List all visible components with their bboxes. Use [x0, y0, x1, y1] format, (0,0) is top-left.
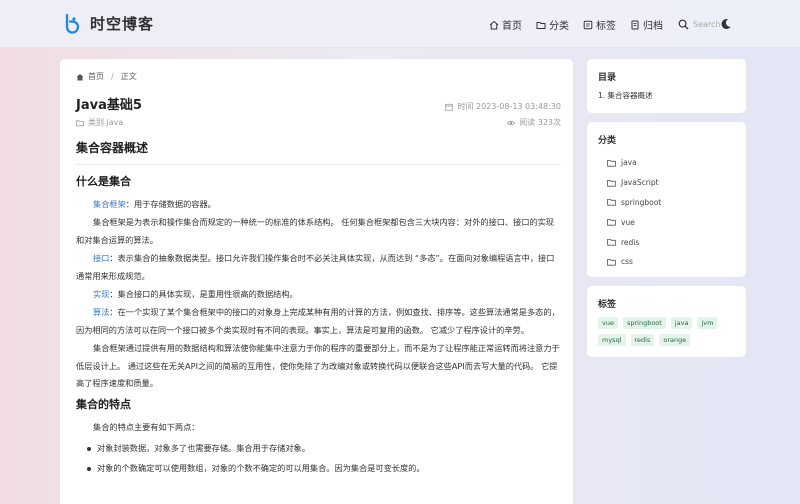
category-label: JavaScript [621, 178, 659, 188]
logo-icon [65, 13, 80, 34]
term-highlight: 集合框架 [93, 199, 126, 209]
folder-icon [607, 239, 616, 246]
category-item-css[interactable]: css [598, 252, 735, 272]
category-label: css [621, 257, 633, 267]
home-icon [489, 20, 499, 29]
folder-icon [536, 21, 546, 29]
tag-mysql[interactable]: mysql [598, 334, 626, 346]
site-brand[interactable]: 时空博客 [64, 13, 154, 34]
tag-jvm[interactable]: jvm [697, 317, 718, 329]
nav-item-archive[interactable]: 归档 [630, 17, 663, 32]
list-item: 对象封装数据，对象多了也需要存储。集合用于存储对象。 [86, 440, 561, 457]
category-item-vue[interactable]: vue [598, 212, 735, 232]
section-heading: 集合的特点 [76, 398, 131, 412]
article-views: 阅读 323次 [507, 117, 561, 128]
breadcrumb: 首页 / 正文 [76, 71, 137, 82]
tag-orange[interactable]: orange [659, 334, 691, 346]
paragraph: 实现：集合接口的具体实现，是重用性很高的数据结构。 [76, 286, 561, 303]
paragraph: 集合框架通过提供有用的数据结构和算法使你能集中注意力于你的程序的重要部分上，而不… [76, 343, 560, 389]
category-item-javascript[interactable]: JavaScript [598, 173, 735, 193]
site-name: 时空博客 [90, 15, 155, 33]
article-heading: 集合容器概述 [76, 139, 561, 165]
nav-item-categories[interactable]: 分类 [536, 17, 569, 32]
category-label: redis [621, 237, 640, 247]
eye-icon [507, 120, 516, 125]
nav-label-tags: 标签 [596, 21, 616, 32]
bullet-list: 对象封装数据，对象多了也需要存储。集合用于存储对象。 对象的个数确定可以使用数组… [86, 440, 561, 478]
archive-icon [631, 20, 639, 29]
tag-springboot[interactable]: springboot [622, 317, 666, 329]
article-time-text: 时间 2023-08-13 03:48:30 [457, 102, 561, 111]
breadcrumb-home[interactable]: 首页 [88, 71, 104, 82]
paragraph-text: ：集合接口的具体实现，是重用性很高的数据结构。 [109, 289, 298, 300]
tag-redis[interactable]: redis [630, 334, 655, 346]
paragraph: 集合的特点主要有如下两点： [93, 422, 200, 433]
calendar-icon [445, 103, 454, 111]
article-card: 首页 / 正文 Java基础5 时间 2023-08-13 03:48:30 类… [60, 59, 573, 504]
categories-title: 分类 [598, 136, 617, 146]
section-heading: 什么是集合 [76, 175, 131, 188]
folder-icon [76, 119, 84, 126]
tags-title: 标签 [598, 300, 617, 310]
category-item-springboot[interactable]: springboot [598, 193, 735, 213]
toc-title: 目录 [598, 73, 617, 83]
article-title: Java基础5 [76, 98, 142, 113]
term-highlight: 接口 [93, 253, 110, 264]
tag-vue[interactable]: vue [598, 317, 618, 329]
breadcrumb-current: 正文 [120, 72, 137, 81]
tag-cloud: vue springboot java jvm mysql redis oran… [598, 317, 735, 351]
top-navbar: 时空博客 首页 分类 标签 归档 [0, 0, 800, 48]
tag-java[interactable]: java [670, 317, 693, 329]
paragraph: 集合框架：用于存储数据的容器。 [76, 196, 561, 213]
home-icon [76, 73, 84, 80]
article-body: 什么是集合 集合框架：用于存储数据的容器。 集合框架是为表示和操作集合而规定的一… [76, 174, 561, 478]
paragraph-text: ：用于存储数据的容器。 [125, 199, 216, 209]
tag-icon [583, 20, 593, 29]
nav-label-archive: 归档 [643, 21, 663, 32]
folder-icon [607, 219, 616, 226]
term-highlight: 实现 [93, 289, 110, 300]
dark-mode-toggle-icon[interactable] [720, 18, 732, 30]
article-category[interactable]: 类别 java [76, 117, 123, 128]
paragraph: 算法：在一个实现了某个集合框架中的接口的对象身上完成某种有用的计算的方法，例如查… [76, 304, 561, 339]
paragraph: 集合框架是为表示和操作集合而规定的一种统一的标准的体系结构。 任何集合框架都包含… [76, 217, 555, 245]
category-label: springboot [621, 197, 662, 207]
toc-card: 目录 1. 集合容器概述 [587, 59, 746, 113]
article-category-text: 类别 java [88, 118, 124, 127]
paragraph: 接口：表示集合的抽象数据类型。接口允许我们操作集合时不必关注具体实现，从而达到 … [76, 250, 561, 285]
folder-icon [607, 159, 616, 167]
nav-item-tags[interactable]: 标签 [583, 17, 616, 32]
term-highlight: 算法 [93, 307, 110, 318]
article-views-text: 阅读 323次 [519, 118, 561, 127]
folder-icon [607, 199, 616, 207]
list-item: 对象的个数确定可以使用数组，对象的个数不确定的可以用集合。因为集合是可变长度的。 [86, 460, 561, 477]
nav-item-home[interactable]: 首页 [489, 17, 522, 32]
paragraph-text: ：在一个实现了某个集合框架中的接口的对象身上完成某种有用的计算的方法，例如查找、… [76, 307, 560, 335]
category-item-redis[interactable]: redis [598, 232, 735, 252]
category-item-java[interactable]: java [598, 153, 735, 173]
breadcrumb-separator: / [111, 72, 114, 81]
nav-label-categories: 分类 [549, 21, 569, 32]
nav-label-home: 首页 [502, 21, 522, 32]
main-nav: 首页 分类 标签 归档 [489, 17, 727, 32]
tags-card: 标签 vue springboot java jvm mysql redis o… [587, 286, 746, 357]
folder-icon [607, 179, 616, 187]
category-label: java [621, 158, 637, 168]
search-icon[interactable] [678, 19, 689, 30]
category-label: vue [621, 217, 635, 227]
categories-card: 分类 java JavaScript springboot vue redis … [587, 122, 746, 277]
folder-icon [607, 258, 616, 266]
toc-item[interactable]: 1. 集合容器概述 [598, 90, 735, 101]
paragraph-text: ：表示集合的抽象数据类型。接口允许我们操作集合时不必关注具体实现，从而达到 “多… [76, 253, 555, 281]
article-time: 时间 2023-08-13 03:48:30 [445, 101, 561, 112]
